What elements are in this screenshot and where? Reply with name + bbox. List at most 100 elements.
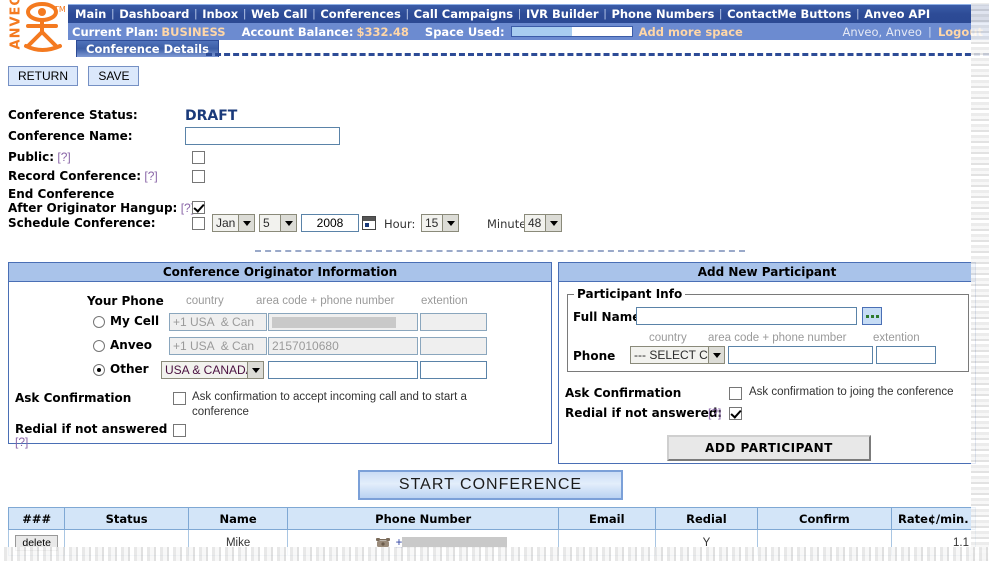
area-code-column-hint: area code + phone number	[256, 295, 394, 307]
originator-redial-help-link[interactable]: [?]	[15, 435, 28, 449]
anveo-extension-input	[420, 337, 487, 355]
participant-redial-help-link[interactable]: [?]	[708, 406, 721, 420]
add-new-participant-panel: Add New Participant Participant Info Ful…	[558, 262, 976, 464]
schedule-hour-select[interactable]: 15	[421, 214, 459, 232]
originator-radio-other[interactable]	[93, 364, 105, 376]
anveo-country-input	[169, 337, 267, 355]
schedule-year-input[interactable]	[301, 214, 359, 232]
nav-item-phone-numbers[interactable]: Phone Numbers	[608, 7, 717, 21]
nav-item-conferences[interactable]: Conferences	[317, 7, 403, 21]
participant-number-input[interactable]	[728, 346, 873, 364]
save-button[interactable]: SAVE	[88, 66, 139, 86]
redacted-phone-number	[272, 317, 396, 328]
nav-separator: |	[717, 8, 724, 20]
conference-name-input[interactable]	[185, 127, 340, 145]
other-number-input[interactable]	[268, 361, 418, 379]
schedule-minute-select[interactable]: 48	[524, 214, 562, 232]
account-status-bar: Current Plan: BUSINESS Account Balance: …	[68, 23, 989, 40]
participant-ask-confirmation-checkbox[interactable]	[729, 387, 742, 400]
cell-status	[65, 530, 188, 556]
anveo-figure-icon: TM	[20, 2, 66, 55]
my-cell-country-input	[169, 313, 267, 331]
column-header-name: Name	[188, 508, 288, 530]
originator-redial-label: Redial if not answered	[15, 422, 167, 436]
nav-item-call-campaigns[interactable]: Call Campaigns	[411, 7, 516, 21]
row-end-conference: End Conference After Originator Hangup: …	[8, 188, 568, 216]
originator-radio-anveo[interactable]	[93, 340, 105, 352]
nav-item-contactme-buttons[interactable]: ContactMe Buttons	[724, 7, 854, 21]
top-header: ANVEO TM Main | Dashboard | Inbox | Web …	[0, 0, 989, 57]
anveo-number-input	[268, 337, 418, 355]
originator-option-my-cell: My Cell	[9, 313, 551, 333]
nav-item-web-call[interactable]: Web Call	[248, 7, 310, 21]
participant-extension-hint: extention	[873, 332, 920, 344]
end-conference-checkbox[interactable]	[192, 201, 205, 214]
end-conference-label-line1: End Conference	[8, 188, 568, 201]
tab-conference-details[interactable]: Conference Details	[76, 40, 219, 57]
row-conference-status: Conference Status: DRAFT	[8, 108, 568, 129]
record-help-link[interactable]: [?]	[144, 169, 157, 183]
chevron-down-icon	[708, 347, 724, 363]
start-conference-button[interactable]: START CONFERENCE	[358, 470, 623, 500]
nav-item-anveo-api[interactable]: Anveo API	[861, 7, 933, 21]
my-cell-number-input	[268, 313, 418, 331]
cell-name: Mike	[188, 530, 288, 556]
form-toolbar: RETURN SAVE	[8, 66, 146, 86]
participant-info-fieldset: Participant Info Full Name country area …	[567, 294, 969, 372]
participant-extension-input[interactable]	[876, 346, 936, 364]
nav-separator: |	[241, 8, 248, 20]
delete-row-button[interactable]: delete	[15, 535, 58, 551]
anveo-logo[interactable]: ANVEO TM	[0, 0, 68, 57]
full-name-input[interactable]	[636, 307, 857, 325]
public-checkbox[interactable]	[192, 151, 205, 164]
participant-redial-checkbox[interactable]	[729, 407, 742, 420]
return-button[interactable]: RETURN	[8, 66, 78, 86]
nav-separator: |	[109, 8, 116, 20]
participant-panel-title: Add New Participant	[559, 263, 975, 282]
redacted-phone-number	[402, 537, 507, 548]
full-name-picker-button[interactable]	[862, 307, 882, 325]
user-separator: |	[926, 25, 934, 38]
row-conference-name: Conference Name:	[8, 129, 568, 150]
logout-link[interactable]: Logout	[938, 25, 983, 39]
nav-item-ivr-builder[interactable]: IVR Builder	[523, 7, 602, 21]
conference-status-label: Conference Status:	[8, 108, 138, 122]
table-header-row: ### Status Name Phone Number Email Redia…	[9, 508, 976, 530]
phone-prefix: +	[396, 537, 403, 549]
full-name-label: Full Name	[573, 310, 640, 324]
participant-info-legend: Participant Info	[574, 287, 685, 301]
my-cell-extension-input	[420, 313, 487, 331]
participant-country-select[interactable]: --- SELECT COUNTRY ---	[630, 346, 725, 364]
originator-label-other: Other	[110, 362, 149, 376]
nav-item-main[interactable]: Main	[72, 7, 109, 21]
schedule-minute-value: 48	[525, 216, 545, 230]
nav-item-inbox[interactable]: Inbox	[199, 7, 241, 21]
cell-redial: Y	[655, 530, 758, 556]
originator-ask-confirmation-label: Ask Confirmation	[15, 391, 131, 405]
add-more-space-link[interactable]: Add more space	[639, 25, 743, 39]
schedule-conference-checkbox[interactable]	[192, 217, 205, 230]
plan-label: Current Plan:	[72, 25, 158, 39]
other-country-value: USA & CANADA	[162, 363, 247, 377]
schedule-day-select[interactable]: 5	[259, 214, 297, 232]
other-extension-input[interactable]	[420, 361, 487, 379]
originator-redial-checkbox[interactable]	[173, 424, 186, 437]
nav-item-dashboard[interactable]: Dashboard	[116, 7, 192, 21]
schedule-month-select[interactable]: Jan	[212, 214, 255, 232]
record-conference-checkbox[interactable]	[192, 170, 205, 183]
other-country-select[interactable]: USA & CANADA	[161, 361, 264, 379]
calendar-icon[interactable]	[362, 216, 376, 230]
originator-ask-confirmation-checkbox[interactable]	[173, 392, 186, 405]
originator-panel-title: Conference Originator Information	[9, 263, 551, 282]
main-navigation[interactable]: Main | Dashboard | Inbox | Web Call | Co…	[68, 4, 989, 23]
phone-number-link[interactable]: +	[396, 537, 508, 549]
chevron-down-icon	[280, 215, 296, 231]
participant-ask-confirmation-text: Ask confirmation to joing the conference	[749, 386, 954, 398]
add-participant-button[interactable]: ADD PARTICIPANT	[667, 435, 871, 461]
tab-strip-divider	[206, 53, 989, 56]
chevron-down-icon	[247, 362, 263, 378]
table-row: delete Mike + Y 1.1	[9, 530, 976, 556]
originator-radio-my-cell[interactable]	[93, 316, 105, 328]
balance-value: $332.48	[357, 25, 409, 39]
public-help-link[interactable]: [?]	[57, 150, 70, 164]
